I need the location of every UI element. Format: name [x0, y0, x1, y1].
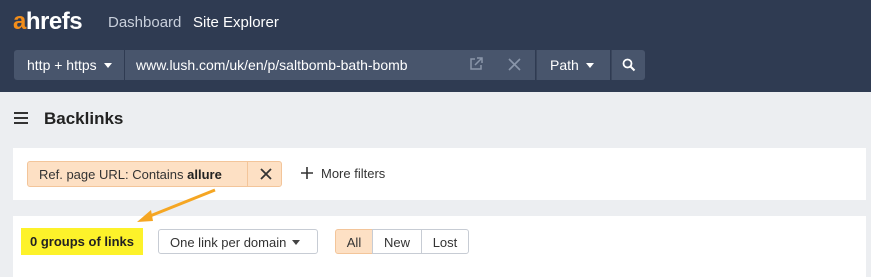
filter-chip[interactable]: Ref. page URL: Contains allure — [27, 161, 282, 187]
grouping-dropdown[interactable]: One link per domain — [158, 229, 318, 254]
external-link-icon[interactable] — [469, 57, 483, 71]
search-icon — [622, 58, 636, 72]
filter-chip-label: Ref. page URL: Contains allure — [39, 167, 222, 182]
groups-count: 0 groups of links — [21, 228, 144, 255]
more-filters-button[interactable]: More filters — [301, 166, 385, 181]
close-icon — [260, 168, 272, 180]
clear-url-icon[interactable] — [508, 58, 521, 71]
protocol-dropdown[interactable]: http + https — [14, 50, 124, 80]
segment-new[interactable]: New — [372, 229, 422, 254]
mode-dropdown[interactable]: Path — [536, 50, 610, 80]
chevron-down-icon — [585, 62, 594, 68]
nav-site-explorer[interactable]: Site Explorer — [193, 14, 279, 31]
nav-dashboard[interactable]: Dashboard — [108, 14, 181, 31]
segment-all[interactable]: All — [335, 229, 373, 254]
plus-icon — [301, 167, 313, 179]
remove-filter-button[interactable] — [247, 162, 282, 186]
ahrefs-logo[interactable]: ahrefs — [13, 8, 83, 36]
segment-lost[interactable]: Lost — [421, 229, 469, 254]
chevron-down-icon — [292, 240, 301, 246]
page-title: Backlinks — [44, 109, 124, 128]
annotation-arrow — [137, 188, 216, 222]
search-button[interactable] — [611, 50, 645, 80]
top-bar: ahrefs Dashboard Site Explorer http + ht… — [0, 0, 871, 92]
chevron-down-icon — [103, 62, 112, 68]
hamburger-icon[interactable] — [14, 112, 28, 124]
